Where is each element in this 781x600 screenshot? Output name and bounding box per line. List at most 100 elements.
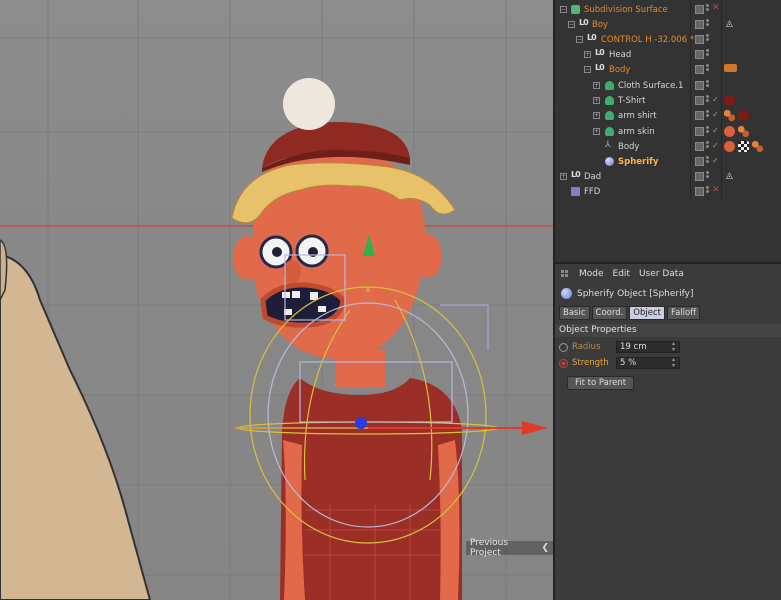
visibility-dots[interactable] xyxy=(706,34,711,44)
enabled-check-icon[interactable]: ✓ xyxy=(712,110,719,119)
weight-tag-icon[interactable] xyxy=(724,110,735,121)
layer-box[interactable] xyxy=(695,96,704,105)
disabled-x-icon[interactable]: ✕ xyxy=(712,185,720,195)
object-manager[interactable]: − Subdivision Surface ✕ − L0 Boy ◬ − L0 … xyxy=(553,0,781,262)
object-title: Spherify Object [Spherify] xyxy=(577,288,694,299)
object-row-ffd[interactable]: FFD ✕ xyxy=(555,184,781,199)
material-tag-icon[interactable] xyxy=(724,141,735,152)
tooth xyxy=(292,291,300,298)
keyframe-radio-icon[interactable] xyxy=(559,358,568,368)
layer-box[interactable] xyxy=(695,81,704,90)
visibility-dots[interactable] xyxy=(706,141,711,151)
expand-toggle-icon[interactable]: + xyxy=(560,173,567,180)
visibility-dots[interactable] xyxy=(706,4,711,14)
object-row-subdivision-surface[interactable]: − Subdivision Surface ✕ xyxy=(555,2,781,17)
object-name: Boy xyxy=(592,19,609,30)
object-row-cloth-surface[interactable]: + Cloth Surface.1 xyxy=(555,78,781,93)
menu-user-data[interactable]: User Data xyxy=(639,269,684,279)
layer-box[interactable] xyxy=(695,35,704,44)
expand-toggle-icon[interactable]: − xyxy=(560,6,567,13)
layer-box[interactable] xyxy=(695,5,704,14)
visibility-dots[interactable] xyxy=(706,95,711,105)
layer-box[interactable] xyxy=(695,50,704,59)
visibility-dots[interactable] xyxy=(706,80,711,90)
weight-tag-icon[interactable] xyxy=(738,126,749,137)
polygon-object-icon: ⅄ xyxy=(605,140,611,150)
menu-mode[interactable]: Mode xyxy=(579,269,604,279)
material-tag-icon[interactable] xyxy=(724,126,735,137)
tab-object[interactable]: Object xyxy=(629,306,665,320)
strength-field[interactable]: 5 % xyxy=(616,357,680,369)
layer-box[interactable] xyxy=(695,157,704,166)
boy-mouth xyxy=(260,282,346,328)
menu-edit[interactable]: Edit xyxy=(613,269,630,279)
attribute-manager[interactable]: Mode Edit User Data Spherify Object [Sph… xyxy=(553,262,781,600)
object-name: FFD xyxy=(584,186,601,197)
tab-coord[interactable]: Coord. xyxy=(591,306,628,320)
expand-toggle-icon[interactable]: + xyxy=(593,82,600,89)
tooth xyxy=(318,306,326,312)
layer-box[interactable] xyxy=(695,172,704,181)
object-name: Spherify xyxy=(618,156,659,167)
radius-field[interactable]: 19 cm xyxy=(616,341,680,353)
display-tag-icon[interactable]: ◬ xyxy=(726,171,737,182)
grid-icon[interactable] xyxy=(561,269,570,279)
object-row-arm-shirt[interactable]: + arm shirt ✓ xyxy=(555,108,781,123)
enabled-check-icon[interactable]: ✓ xyxy=(712,156,719,165)
object-row-arm-skin[interactable]: + arm skin ✓ xyxy=(555,124,781,139)
expand-toggle-icon[interactable]: − xyxy=(576,36,583,43)
animate-radio-icon[interactable] xyxy=(559,342,568,352)
visibility-dots[interactable] xyxy=(706,49,711,59)
object-name: Subdivision Surface xyxy=(584,4,668,15)
object-row-body-group[interactable]: − L0 Body xyxy=(555,62,781,77)
layer-box[interactable] xyxy=(695,142,704,151)
boy-tshirt[interactable] xyxy=(280,378,462,600)
fit-to-parent-button[interactable]: Fit to Parent xyxy=(567,376,635,390)
expand-toggle-icon[interactable]: − xyxy=(568,21,575,28)
object-row-control-h[interactable]: − L0 CONTROL H -32.006 * xyxy=(555,32,781,47)
object-row-body-mesh[interactable]: ⅄ Body ✓ xyxy=(555,139,781,154)
uvw-tag-icon[interactable] xyxy=(738,141,749,152)
object-row-head[interactable]: + L0 Head xyxy=(555,47,781,62)
layer-box[interactable] xyxy=(695,65,704,74)
layer-box[interactable] xyxy=(695,20,704,29)
3d-viewport[interactable]: Previous Project ❮ xyxy=(0,0,553,600)
tab-basic[interactable]: Basic xyxy=(559,306,590,320)
visibility-dots[interactable] xyxy=(706,186,711,196)
material-tag-icon[interactable] xyxy=(738,110,749,121)
viewport-scene[interactable] xyxy=(0,0,553,600)
visibility-dots[interactable] xyxy=(706,171,711,181)
visibility-dots[interactable] xyxy=(706,64,711,74)
layer-box[interactable] xyxy=(695,187,704,196)
visibility-dots[interactable] xyxy=(706,126,711,136)
object-row-spherify[interactable]: Spherify ✓ xyxy=(555,154,781,169)
layer-box[interactable] xyxy=(695,111,704,120)
null-object-icon: L0 xyxy=(595,48,605,57)
previous-project-button[interactable]: Previous Project ❮ xyxy=(466,538,553,558)
weight-tag-icon[interactable] xyxy=(752,141,763,152)
expand-toggle-icon[interactable]: + xyxy=(593,128,600,135)
visibility-dots[interactable] xyxy=(706,156,711,166)
visibility-dots[interactable] xyxy=(706,19,711,29)
object-row-boy[interactable]: − L0 Boy ◬ xyxy=(555,17,781,32)
boy-nose xyxy=(283,260,301,284)
disabled-x-icon[interactable]: ✕ xyxy=(712,3,720,13)
material-tag-icon[interactable] xyxy=(724,95,735,106)
enabled-check-icon[interactable]: ✓ xyxy=(712,126,719,135)
layer-box[interactable] xyxy=(695,127,704,136)
z-axis-handle[interactable] xyxy=(355,417,367,429)
expand-toggle-icon[interactable]: + xyxy=(593,112,600,119)
tab-falloff[interactable]: Falloff xyxy=(666,306,701,320)
tag-icon[interactable] xyxy=(724,64,737,72)
object-row-dad[interactable]: + L0 Dad ◬ xyxy=(555,169,781,184)
enabled-check-icon[interactable]: ✓ xyxy=(712,95,719,104)
object-row-tshirt[interactable]: + T-Shirt ✓ xyxy=(555,93,781,108)
expand-toggle-icon[interactable]: − xyxy=(584,66,591,73)
dad-figure[interactable] xyxy=(0,253,152,600)
display-tag-icon[interactable]: ◬ xyxy=(726,19,737,30)
enabled-check-icon[interactable]: ✓ xyxy=(712,141,719,150)
expand-toggle-icon[interactable]: + xyxy=(584,51,591,58)
expand-toggle-icon[interactable]: + xyxy=(593,97,600,104)
visibility-dots[interactable] xyxy=(706,110,711,120)
x-axis-arrow[interactable] xyxy=(522,421,548,435)
